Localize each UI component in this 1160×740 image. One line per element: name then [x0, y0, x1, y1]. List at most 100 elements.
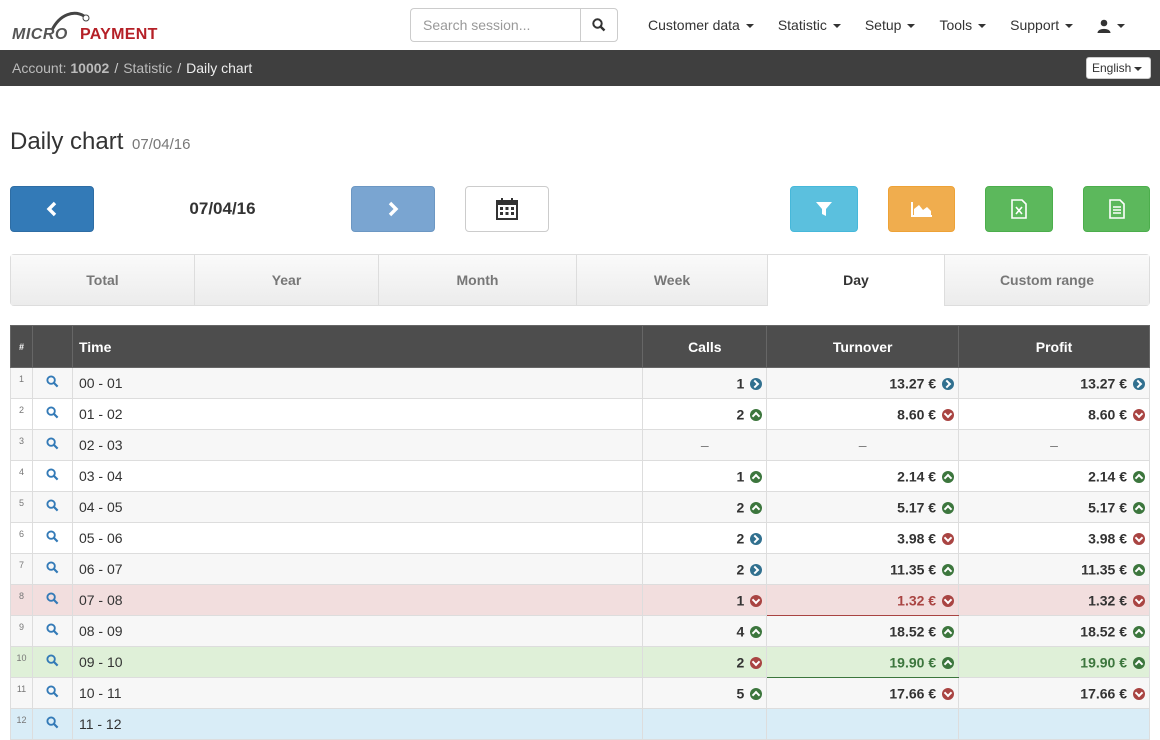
menu-label: Setup	[864, 17, 902, 33]
menu-user[interactable]	[1085, 0, 1137, 50]
cell-time: 04 - 05	[71, 491, 644, 523]
tab-month[interactable]: Month	[379, 255, 577, 305]
export-document-button[interactable]	[1083, 186, 1150, 232]
tab-week[interactable]: Week	[577, 255, 768, 305]
trend-up-icon	[750, 625, 763, 638]
menu-tools[interactable]: Tools	[927, 0, 998, 50]
top-navbar: MICRO PAYMENT Customer data Statistic Se…	[0, 0, 1160, 50]
trend-up-icon	[750, 408, 763, 421]
profit-value: 18.52 €	[1080, 623, 1127, 640]
tab-custom-range[interactable]: Custom range	[945, 255, 1149, 305]
view-details-button[interactable]	[31, 677, 73, 709]
trend-up-icon	[942, 470, 955, 483]
table-row[interactable]: 1 00 - 01 1 13.27 € 13.27 €	[10, 367, 1150, 399]
breadcrumb-statistic[interactable]: Statistic	[123, 60, 172, 76]
search-input[interactable]	[410, 8, 580, 42]
caret-down-icon	[832, 24, 841, 29]
language-select[interactable]: English	[1086, 57, 1151, 79]
magnifier-icon	[46, 375, 59, 388]
table-row[interactable]: 8 07 - 08 1 1.32 € 1.32 €	[10, 584, 1150, 616]
brand-payment: PAYMENT	[80, 26, 158, 43]
chart-button[interactable]	[888, 186, 955, 232]
trend-up-icon	[750, 470, 763, 483]
trend-up-icon	[1133, 501, 1145, 514]
calls-value: 2	[736, 530, 745, 547]
menu-support[interactable]: Support	[998, 0, 1085, 50]
next-day-button[interactable]	[351, 186, 435, 232]
trend-down-icon	[750, 594, 763, 607]
tab-day[interactable]: Day	[768, 255, 945, 306]
calls-value: 1	[736, 375, 745, 392]
turnover-value: 18.52 €	[889, 623, 937, 640]
cell-profit: 11.35 €	[958, 553, 1150, 585]
view-details-button[interactable]	[31, 553, 73, 585]
trend-down-icon	[1133, 594, 1145, 607]
column-index: #	[10, 325, 33, 368]
cell-calls: 2	[642, 398, 768, 430]
turnover-value: 1.32 €	[897, 592, 937, 609]
table-row[interactable]: 11 10 - 11 5 17.66 € 17.66 €	[10, 677, 1150, 709]
profit-value: 8.60 €	[1088, 406, 1127, 423]
table-row[interactable]: 10 09 - 10 2 19.90 € 19.90 €	[10, 646, 1150, 678]
file-excel-icon	[1011, 199, 1027, 219]
view-details-button[interactable]	[31, 398, 73, 430]
cell-calls: 2	[642, 491, 768, 523]
turnover-value: 13.27 €	[889, 375, 937, 392]
trend-up-icon	[750, 687, 763, 700]
menu-setup[interactable]: Setup	[853, 0, 928, 50]
trend-up-icon	[1133, 563, 1145, 576]
cell-time: 11 - 12	[71, 708, 644, 740]
calls-value: 1	[736, 468, 745, 485]
table-row[interactable]: 9 08 - 09 4 18.52 € 18.52 €	[10, 615, 1150, 647]
filter-button[interactable]	[790, 186, 858, 232]
breadcrumb-bar: Account: 10002/Statistic / Daily chart Eng…	[0, 50, 1160, 86]
profit-value: 5.17 €	[1088, 499, 1127, 516]
column-calls[interactable]: Calls	[642, 325, 768, 368]
menu-statistic[interactable]: Statistic	[766, 0, 853, 50]
profit-value: 13.27 €	[1080, 375, 1127, 392]
table-row[interactable]: 7 06 - 07 2 11.35 € 11.35 €	[10, 553, 1150, 585]
daily-stats-table: # Time Calls Turnover Profit 1 00 - 01 1 13…	[10, 325, 1150, 740]
column-time[interactable]: Time	[71, 325, 644, 368]
calls-value: 4	[736, 623, 745, 640]
view-details-button[interactable]	[31, 522, 73, 554]
view-details-button[interactable]	[31, 646, 73, 678]
column-turnover[interactable]: Turnover	[766, 325, 960, 368]
view-details-button[interactable]	[31, 584, 73, 616]
trend-right-icon	[750, 377, 763, 390]
column-profit[interactable]: Profit	[958, 325, 1150, 368]
magnifier-icon	[46, 437, 59, 450]
tab-year[interactable]: Year	[195, 255, 379, 305]
tab-total[interactable]: Total	[11, 255, 195, 305]
trend-down-icon	[942, 687, 955, 700]
table-row[interactable]: 3 02 - 03– – –	[10, 429, 1150, 461]
view-details-button[interactable]	[31, 615, 73, 647]
calendar-button[interactable]	[465, 186, 549, 232]
view-details-button[interactable]	[31, 491, 73, 523]
table-row[interactable]: 2 01 - 02 2 8.60 € 8.60 €	[10, 398, 1150, 430]
cell-profit	[958, 708, 1150, 740]
table-row[interactable]: 6 05 - 06 2 3.98 € 3.98 €	[10, 522, 1150, 554]
table-row[interactable]: 5 04 - 05 2 5.17 € 5.17 €	[10, 491, 1150, 523]
search-button[interactable]	[580, 8, 618, 42]
brand-logo[interactable]: MICRO PAYMENT	[12, 10, 162, 44]
view-details-button[interactable]	[31, 367, 73, 399]
search-icon	[592, 18, 606, 32]
export-excel-button[interactable]	[985, 186, 1053, 232]
cell-time: 09 - 10	[71, 646, 644, 678]
breadcrumb-account[interactable]: Account: 10002	[12, 60, 109, 76]
cell-profit: 18.52 €	[958, 615, 1150, 647]
column-view	[31, 325, 73, 368]
trend-down-icon	[1133, 532, 1145, 545]
view-details-button[interactable]	[31, 429, 73, 461]
turnover-value: 3.98 €	[897, 530, 937, 547]
table-row[interactable]: 4 03 - 04 1 2.14 € 2.14 €	[10, 460, 1150, 492]
view-details-button[interactable]	[31, 708, 73, 740]
cell-calls: 1	[642, 460, 768, 492]
menu-customer-data[interactable]: Customer data	[636, 0, 766, 50]
cell-calls: 2	[642, 553, 768, 585]
view-details-button[interactable]	[31, 460, 73, 492]
row-index: 12	[10, 708, 33, 740]
table-row[interactable]: 12 11 - 12	[10, 708, 1150, 740]
previous-day-button[interactable]	[10, 186, 94, 232]
